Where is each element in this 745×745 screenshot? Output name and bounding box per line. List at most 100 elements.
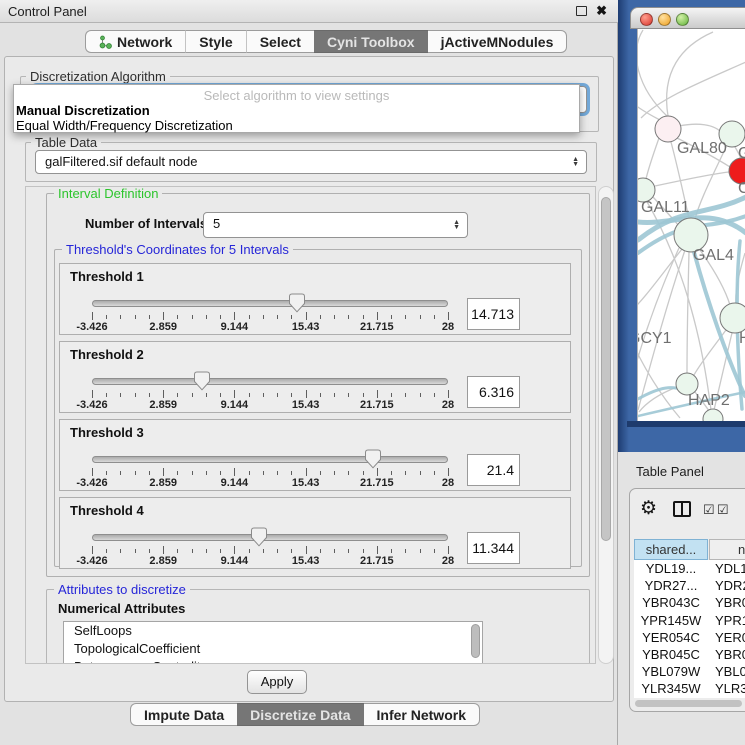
cell-name[interactable]: YDL1 bbox=[708, 560, 745, 577]
column-header-name[interactable]: na bbox=[709, 539, 745, 560]
attribute-item-selfloops[interactable]: SelfLoops bbox=[64, 622, 482, 640]
network-edge-thick[interactable] bbox=[638, 388, 682, 399]
threshold-value-field[interactable]: 11.344 bbox=[467, 532, 520, 564]
slider-track[interactable] bbox=[92, 456, 448, 463]
tab-network[interactable]: Network bbox=[85, 30, 185, 53]
table-row[interactable]: YBL079WYBL0 bbox=[634, 663, 745, 680]
cell-shared-name[interactable]: YDR27... bbox=[634, 577, 708, 594]
cell-name[interactable]: YPR1 bbox=[708, 612, 745, 629]
control-panel-titlebar: Control Panel ✖ bbox=[0, 0, 618, 23]
network-window-titlebar[interactable] bbox=[630, 7, 745, 29]
cell-name[interactable]: YBR0 bbox=[708, 594, 745, 611]
algorithm-placeholder-option[interactable]: Select algorithm to view settings bbox=[14, 85, 579, 103]
slider-track[interactable] bbox=[92, 300, 448, 307]
table-row[interactable]: YDR27...YDR2 bbox=[634, 577, 745, 594]
tick-label: 21.715 bbox=[360, 321, 394, 333]
tab-style[interactable]: Style bbox=[185, 30, 245, 53]
network-edge[interactable] bbox=[646, 138, 659, 179]
checkbox-icon[interactable]: ☑ bbox=[717, 502, 729, 518]
attributes-list-scrollbar[interactable] bbox=[471, 624, 480, 658]
table-row[interactable]: YBR045CYBR0 bbox=[634, 646, 745, 663]
table-row[interactable]: YDL19...YDL1 bbox=[634, 560, 745, 577]
network-edge[interactable] bbox=[687, 252, 689, 373]
numerical-attributes-list[interactable]: SelfLoopsTopologicalCoefficientBetweenne… bbox=[63, 621, 483, 664]
node-label-gal11: GAL11 bbox=[641, 199, 690, 216]
table-data-combobox[interactable]: galFiltered.sif default node ▲▼ bbox=[35, 150, 587, 174]
algorithm-dropdown-popup: Select algorithm to view settings Manual… bbox=[13, 84, 580, 133]
network-edge[interactable] bbox=[641, 62, 745, 118]
threshold-value-field[interactable]: 14.713 bbox=[467, 298, 520, 330]
tick-label: 9.144 bbox=[221, 399, 249, 411]
tab-infer-network[interactable]: Infer Network bbox=[364, 703, 480, 726]
number-of-intervals-label: Number of Intervals bbox=[85, 216, 207, 231]
table-row[interactable]: YBR043CYBR0 bbox=[634, 594, 745, 611]
network-edge[interactable] bbox=[638, 30, 668, 117]
tab-impute-data[interactable]: Impute Data bbox=[130, 703, 237, 726]
tick-label: 9.144 bbox=[221, 321, 249, 333]
zoom-traffic-light[interactable] bbox=[676, 13, 689, 26]
settings-vertical-scrollbar[interactable] bbox=[598, 186, 614, 664]
table-row[interactable]: YLR345WYLR3 bbox=[634, 680, 745, 697]
split-columns-icon[interactable] bbox=[673, 501, 691, 517]
network-edge[interactable] bbox=[655, 172, 729, 186]
column-header-shared-name[interactable]: shared... bbox=[634, 539, 708, 560]
network-node[interactable] bbox=[720, 303, 745, 333]
table-row[interactable]: YER054CYER0 bbox=[634, 629, 745, 646]
algorithm-option-manual-discretization[interactable]: Manual Discretization bbox=[14, 103, 579, 118]
node-label-c: C bbox=[738, 180, 745, 197]
combo-arrows-icon: ▲▼ bbox=[453, 220, 460, 230]
tab-jactivemnodules[interactable]: jActiveMNodules bbox=[428, 30, 568, 53]
threshold-value-field[interactable]: 6.316 bbox=[467, 376, 520, 408]
slider-thumb[interactable] bbox=[193, 371, 211, 391]
table-horizontal-scrollbar[interactable] bbox=[635, 700, 742, 707]
network-node[interactable] bbox=[655, 116, 681, 142]
cell-shared-name[interactable]: YLR345W bbox=[634, 680, 708, 697]
cell-shared-name[interactable]: YER054C bbox=[634, 629, 708, 646]
network-canvas[interactable]: GAL80GACGAL11GAL4GCY1HHAP2 bbox=[637, 29, 745, 421]
cell-shared-name[interactable]: YIL052C bbox=[634, 698, 708, 699]
node-table-panel: ⚙ ☑ ☑ shared... na YDL19...YDL1YDR27...Y… bbox=[629, 488, 745, 712]
algorithm-option-equal-width-frequency-discretization[interactable]: Equal Width/Frequency Discretization bbox=[14, 118, 579, 133]
slider-track[interactable] bbox=[92, 378, 448, 385]
tab-cyni-toolbox[interactable]: Cyni Toolbox bbox=[314, 30, 428, 53]
cell-name[interactable]: YER0 bbox=[708, 629, 745, 646]
table-rows[interactable]: YDL19...YDL1YDR27...YDR2YBR043CYBR0YPR14… bbox=[634, 560, 745, 698]
table-row[interactable]: YIL052CYIL0 bbox=[634, 698, 745, 699]
float-window-icon[interactable] bbox=[576, 6, 587, 16]
number-of-intervals-combobox[interactable]: 5 ▲▼ bbox=[203, 212, 468, 238]
cell-shared-name[interactable]: YPR145W bbox=[634, 612, 708, 629]
cell-shared-name[interactable]: YBR045C bbox=[634, 646, 708, 663]
attribute-item-topologicalcoefficient[interactable]: TopologicalCoefficient bbox=[64, 640, 482, 658]
application-window: Control Panel ✖ NetworkStyleSelectCyni T… bbox=[0, 0, 745, 745]
cell-name[interactable]: YLR3 bbox=[708, 680, 745, 697]
attribute-item-betweennesscentrality[interactable]: BetweennessCentrality bbox=[64, 658, 482, 664]
slider-thumb[interactable] bbox=[288, 293, 306, 313]
tab-discretize-data[interactable]: Discretize Data bbox=[237, 703, 363, 726]
cell-name[interactable]: YIL0 bbox=[708, 698, 745, 699]
close-traffic-light[interactable] bbox=[640, 13, 653, 26]
apply-button[interactable]: Apply bbox=[247, 670, 307, 694]
threshold-value-field[interactable]: 21.4 bbox=[467, 454, 520, 486]
checkbox-icon[interactable]: ☑ bbox=[703, 502, 715, 518]
cell-shared-name[interactable]: YBR043C bbox=[634, 594, 708, 611]
cell-shared-name[interactable]: YBL079W bbox=[634, 663, 708, 680]
table-data-value: galFiltered.sif default node bbox=[45, 151, 197, 173]
close-icon[interactable]: ✖ bbox=[596, 3, 607, 19]
cell-name[interactable]: YDR2 bbox=[708, 577, 745, 594]
table-row[interactable]: YPR145WYPR1 bbox=[634, 612, 745, 629]
cell-name[interactable]: YBR0 bbox=[708, 646, 745, 663]
tab-select[interactable]: Select bbox=[246, 30, 314, 53]
scrollbar-thumb[interactable] bbox=[601, 197, 611, 541]
slider-track[interactable] bbox=[92, 534, 448, 541]
network-node[interactable] bbox=[703, 409, 723, 421]
gear-icon[interactable]: ⚙ bbox=[640, 497, 657, 520]
slider-thumb[interactable] bbox=[364, 449, 382, 469]
window-shadow bbox=[627, 421, 745, 427]
network-edge[interactable] bbox=[679, 124, 720, 131]
cell-name[interactable]: YBL0 bbox=[708, 663, 745, 680]
cell-shared-name[interactable]: YDL19... bbox=[634, 560, 708, 577]
network-edge[interactable] bbox=[667, 32, 713, 116]
bottom-tab-bar: Impute DataDiscretize DataInfer Network bbox=[130, 703, 480, 726]
slider-thumb[interactable] bbox=[250, 527, 268, 547]
minimize-traffic-light[interactable] bbox=[658, 13, 671, 26]
